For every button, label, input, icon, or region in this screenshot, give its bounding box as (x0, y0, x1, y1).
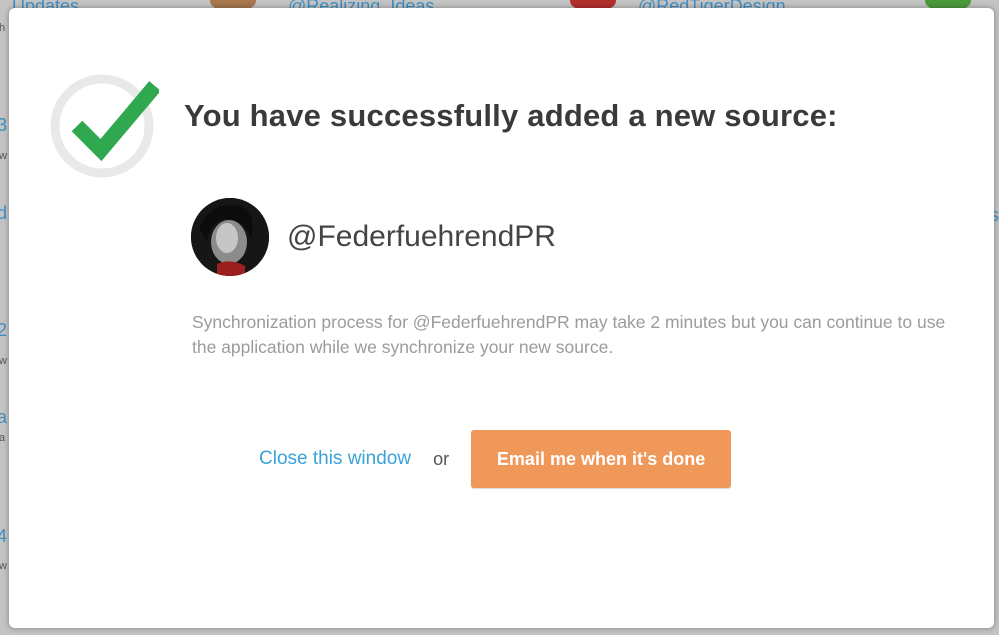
source-handle: @FederfuehrendPR (287, 220, 556, 253)
bg-fragment: 4 (0, 526, 8, 546)
sync-description: Synchronization process for @Federfuehre… (192, 312, 946, 357)
check-mark-icon (49, 68, 161, 178)
bg-fragment: w (0, 355, 7, 367)
dialog-actions: Close this window or Email me when it's … (259, 430, 732, 488)
bg-fragment: w (0, 560, 7, 572)
close-window-link[interactable]: Close this window (259, 448, 411, 470)
or-separator: or (433, 448, 450, 469)
bg-fragment: a (0, 407, 8, 427)
bg-fragment: w (0, 150, 7, 162)
bg-fragment: a (0, 432, 6, 444)
email-when-done-button[interactable]: Email me when it's done (471, 430, 732, 488)
dialog-title: You have successfully added a new source… (184, 98, 838, 133)
source-info: @FederfuehrendPR (191, 198, 556, 276)
add-source-success-dialog: You have successfully added a new source… (9, 8, 994, 628)
profile-avatar (191, 198, 269, 276)
bg-fragment: 3 (0, 115, 8, 135)
bg-fragment: 2 (0, 320, 8, 340)
bg-fragment: d (0, 203, 8, 223)
bg-fragment: h (0, 22, 6, 34)
